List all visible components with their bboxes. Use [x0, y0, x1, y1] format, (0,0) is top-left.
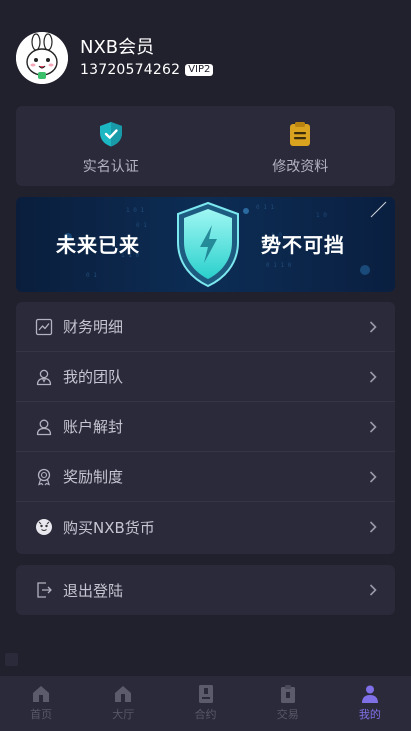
menu-item-finance[interactable]: 财务明细 [16, 302, 395, 352]
coin-icon [36, 519, 52, 535]
menu-item-label: 购买NXB货币 [63, 518, 155, 537]
tab-label: 大厅 [112, 708, 135, 721]
menu-item-unfreeze[interactable]: 账户解封 [16, 402, 395, 452]
user-name: NXB会员 [80, 37, 155, 58]
verify-identity-button[interactable]: 实名认证 [16, 106, 206, 186]
verify-identity-label: 实名认证 [82, 159, 139, 175]
logout-section: 退出登陆 [16, 565, 395, 615]
contract-icon [198, 685, 213, 703]
logout-label: 退出登陆 [63, 581, 124, 600]
tab-label: 首页 [30, 708, 53, 721]
team-icon [36, 369, 52, 385]
hall-icon [115, 686, 132, 702]
trade-icon [280, 685, 295, 703]
shield-check-icon [99, 122, 122, 147]
edit-profile-button[interactable]: 修改资料 [206, 106, 396, 186]
banner-slogan-right: 势不可挡 [261, 233, 345, 257]
logout-button[interactable]: 退出登陆 [16, 565, 395, 615]
tab-label: 我的 [358, 708, 381, 721]
chevron-right-icon [369, 521, 377, 533]
promo-banner[interactable]: 1 0 10 11 1 0 0 1 11 00 1 1 0 1 010 1 未来… [16, 197, 395, 292]
award-icon [37, 468, 51, 486]
bunny-mascot-icon [16, 32, 68, 84]
menu-item-team[interactable]: 我的团队 [16, 352, 395, 402]
profile-header: NXB会员 13720574262 VIP2 [16, 30, 396, 86]
menu-list: 财务明细 我的团队 账户解封 奖励制度 购买NXB货币 [16, 302, 395, 554]
tab-mine[interactable]: 我的 [329, 676, 411, 731]
home-icon [33, 686, 50, 702]
menu-item-label: 账户解封 [63, 418, 124, 436]
tab-home[interactable]: 首页 [0, 676, 82, 731]
chevron-right-icon [369, 371, 377, 383]
tab-trade[interactable]: 交易 [247, 676, 329, 731]
chevron-right-icon [369, 421, 377, 433]
logout-icon [37, 582, 52, 598]
svg-text:1 0: 1 0 [316, 212, 327, 219]
clipboard-icon [290, 122, 311, 146]
quick-actions: 实名认证 修改资料 [16, 106, 395, 186]
chevron-right-icon [369, 584, 377, 596]
menu-item-buy-coin[interactable]: 购买NXB货币 [16, 502, 395, 552]
tab-label: 合约 [194, 708, 217, 721]
chevron-right-icon [369, 471, 377, 483]
user-phone: 13720574262 [80, 62, 181, 78]
chart-icon [35, 318, 53, 335]
floating-button[interactable] [5, 653, 18, 666]
menu-item-label: 我的团队 [63, 368, 124, 386]
vip-badge: VIP2 [185, 64, 214, 76]
banner-slogan-left: 未来已来 [56, 233, 140, 257]
bottom-tab-bar: 首页 大厅 合约 交易 我的 [0, 676, 411, 731]
person-icon [361, 685, 378, 703]
svg-text:0 1: 0 1 [136, 222, 147, 229]
svg-text:0 1: 0 1 [86, 272, 97, 279]
tab-contract[interactable]: 合约 [164, 676, 246, 731]
menu-item-label: 财务明细 [63, 318, 124, 336]
svg-text:1 0 1: 1 0 1 [126, 207, 144, 214]
edit-profile-label: 修改资料 [272, 159, 329, 175]
chevron-right-icon [369, 321, 377, 333]
menu-item-label: 奖励制度 [63, 468, 124, 486]
svg-text:0 1 1: 0 1 1 [256, 204, 274, 211]
menu-item-rewards[interactable]: 奖励制度 [16, 452, 395, 502]
avatar[interactable] [16, 32, 68, 84]
user-icon [36, 419, 52, 435]
tab-hall[interactable]: 大厅 [82, 676, 164, 731]
svg-text:0 1 1 0: 0 1 1 0 [266, 262, 292, 269]
tab-label: 交易 [276, 708, 299, 721]
